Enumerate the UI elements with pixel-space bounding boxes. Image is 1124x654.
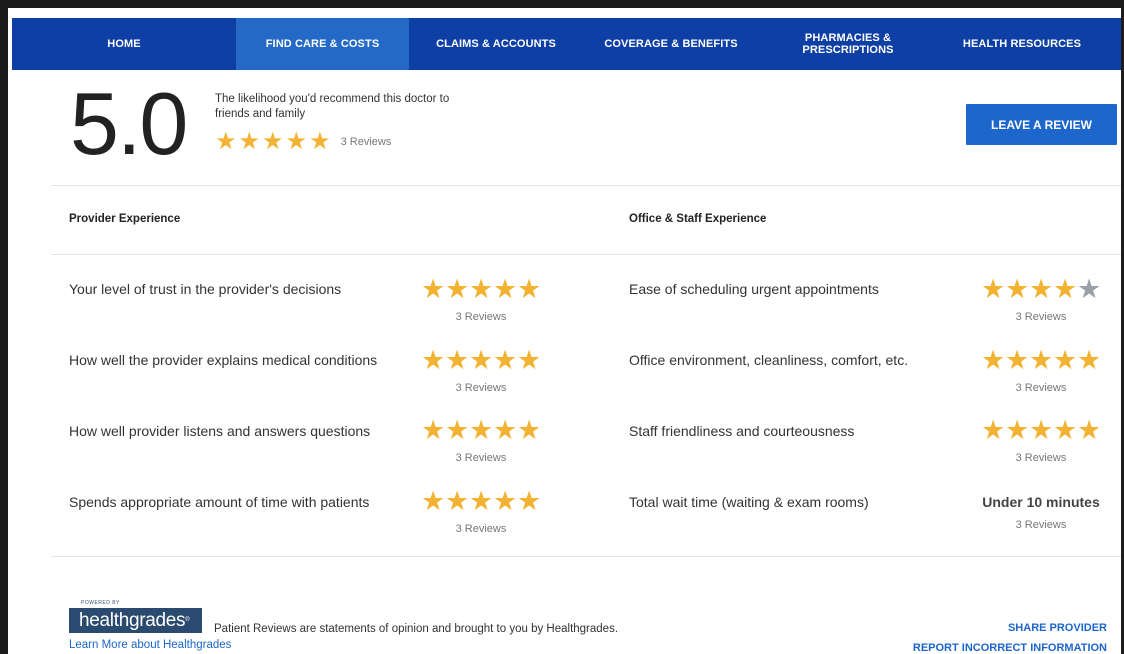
star-icon: ★ xyxy=(493,486,518,516)
star-icon: ★ xyxy=(309,128,331,155)
star-icon: ★ xyxy=(469,486,494,516)
star-icon: ★ xyxy=(421,415,446,445)
star-icon: ★ xyxy=(1077,415,1102,445)
provider-rating-label: How well provider listens and answers qu… xyxy=(69,423,371,439)
star-icon: ★ xyxy=(1029,345,1054,375)
provider-rating-count: 3 Reviews xyxy=(455,523,507,535)
office-rating-label: Office environment, cleanliness, comfort… xyxy=(629,352,909,368)
star-icon: ★ xyxy=(981,415,1006,445)
star-icon: ★ xyxy=(445,345,470,375)
healthgrades-logo-text: healthgrades xyxy=(79,610,186,631)
star-icon: ★ xyxy=(1053,345,1078,375)
star-icon: ★ xyxy=(238,128,261,155)
office-rating-count: 3 Reviews xyxy=(1015,519,1067,531)
learn-more-healthgrades-link[interactable]: Learn More about Healthgrades xyxy=(69,639,231,651)
office-staff-experience-heading: Office & Staff Experience xyxy=(629,213,767,225)
office-rating-label: Total wait time (waiting & exam rooms) xyxy=(629,494,869,510)
star-icon: ★ xyxy=(421,274,446,304)
star-icon: ★ xyxy=(981,345,1006,375)
overall-score: 5.0 xyxy=(70,74,188,173)
office-rating-stars: ★ ★ ★ ★ ★ xyxy=(981,346,1101,374)
share-provider-link[interactable]: SHARE PROVIDER xyxy=(1008,622,1107,634)
office-rating-count: 3 Reviews xyxy=(1015,382,1067,394)
star-icon: ★ xyxy=(1029,274,1054,304)
star-icon: ★ xyxy=(445,274,470,304)
star-empty-icon: ★ xyxy=(1077,274,1102,304)
nav-find-care-costs[interactable]: FIND CARE & COSTS xyxy=(236,18,409,70)
nav-claims-accounts[interactable]: CLAIMS & ACCOUNTS xyxy=(409,18,583,70)
provider-rating-count: 3 Reviews xyxy=(455,311,507,323)
star-icon: ★ xyxy=(1005,274,1030,304)
star-icon: ★ xyxy=(1053,274,1078,304)
office-rating-count: 3 Reviews xyxy=(1015,311,1067,323)
nav-coverage-benefits[interactable]: COVERAGE & BENEFITS xyxy=(583,18,759,70)
divider xyxy=(51,254,1121,255)
star-icon: ★ xyxy=(445,415,470,445)
provider-rating-label: How well the provider explains medical c… xyxy=(69,352,378,368)
provider-rating-label: Spends appropriate amount of time with p… xyxy=(69,494,370,510)
nav-pharmacies-prescriptions[interactable]: PHARMACIES & PRESCRIPTIONS xyxy=(759,18,937,70)
star-icon: ★ xyxy=(517,415,542,445)
star-icon: ★ xyxy=(517,345,542,375)
star-icon: ★ xyxy=(493,415,518,445)
powered-by-label: POWERED BY xyxy=(81,600,120,606)
star-icon: ★ xyxy=(981,274,1006,304)
star-icon: ★ xyxy=(445,486,470,516)
leave-review-button[interactable]: LEAVE A REVIEW xyxy=(966,104,1117,145)
office-rating-count: 3 Reviews xyxy=(1015,452,1067,464)
star-icon: ★ xyxy=(285,128,308,155)
provider-rating-label: Your level of trust in the provider's de… xyxy=(69,281,342,297)
star-icon: ★ xyxy=(1005,345,1030,375)
office-rating-stars: ★ ★ ★ ★ ★ xyxy=(981,275,1101,303)
star-icon: ★ xyxy=(469,415,494,445)
divider xyxy=(51,185,1121,186)
patient-reviews-disclaimer: Patient Reviews are statements of opinio… xyxy=(214,623,619,635)
star-icon: ★ xyxy=(469,274,494,304)
star-icon: ★ xyxy=(493,274,518,304)
provider-rating-stars: ★ ★ ★ ★ ★ xyxy=(421,487,541,515)
office-rating-label: Staff friendliness and courteousness xyxy=(629,423,855,439)
report-incorrect-info-link[interactable]: REPORT INCORRECT INFORMATION xyxy=(913,642,1107,654)
star-icon: ★ xyxy=(517,486,542,516)
star-icon: ★ xyxy=(215,128,237,155)
divider xyxy=(51,556,1121,557)
nav-home[interactable]: HOME xyxy=(12,18,236,70)
star-icon: ★ xyxy=(262,128,284,155)
star-icon: ★ xyxy=(1005,415,1030,445)
star-icon: ★ xyxy=(421,345,446,375)
recommend-likelihood-text: The likelihood you'd recommend this doct… xyxy=(215,93,450,120)
provider-experience-heading: Provider Experience xyxy=(69,213,181,225)
star-icon: ★ xyxy=(1077,345,1102,375)
office-rating-label: Ease of scheduling urgent appointments xyxy=(629,281,879,297)
provider-rating-stars: ★ ★ ★ ★ ★ xyxy=(421,275,541,303)
healthgrades-logo: healthgrades® xyxy=(69,608,202,633)
star-icon: ★ xyxy=(469,345,494,375)
wait-time-value: Under 10 minutes xyxy=(982,494,1100,510)
star-icon: ★ xyxy=(493,345,518,375)
star-icon: ★ xyxy=(1029,415,1054,445)
provider-rating-count: 3 Reviews xyxy=(455,382,507,394)
provider-rating-stars: ★ ★ ★ ★ ★ xyxy=(421,346,541,374)
overall-rating-stars: ★ ★ ★ ★ ★ 3 Reviews xyxy=(215,129,391,155)
provider-rating-stars: ★ ★ ★ ★ ★ xyxy=(421,416,541,444)
main-nav: HOME FIND CARE & COSTS CLAIMS & ACCOUNTS… xyxy=(12,18,1121,70)
office-rating-stars: ★ ★ ★ ★ ★ xyxy=(981,416,1101,444)
page-frame: HOME FIND CARE & COSTS CLAIMS & ACCOUNTS… xyxy=(0,0,1124,654)
nav-health-resources[interactable]: HEALTH RESOURCES xyxy=(937,18,1107,70)
star-icon: ★ xyxy=(517,274,542,304)
star-icon: ★ xyxy=(1053,415,1078,445)
overall-review-count: 3 Reviews xyxy=(340,136,392,148)
provider-rating-count: 3 Reviews xyxy=(455,452,507,464)
star-icon: ★ xyxy=(421,486,446,516)
